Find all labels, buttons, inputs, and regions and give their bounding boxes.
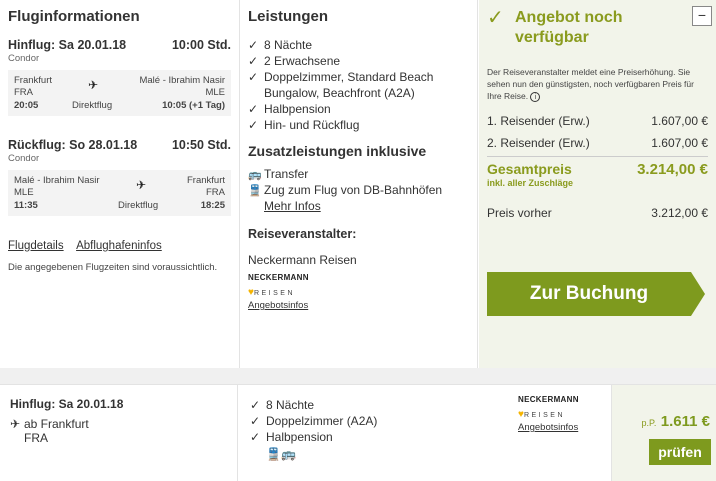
- outbound-to-code: MLE: [205, 87, 225, 98]
- train-icon: 🚆: [266, 447, 281, 461]
- return-to-code: FRA: [206, 187, 225, 198]
- services-list: ✓ 8 Nächte ✓ 2 Erwachsene ✓ Doppelzimmer, S…: [248, 37, 469, 133]
- return-type: Direktflug: [118, 200, 159, 211]
- train-icon: 🚆: [248, 184, 262, 197]
- total-price-row: Gesamtpreis 3.214,00 €: [487, 161, 708, 178]
- plane-icon: ✈: [10, 417, 21, 431]
- flight-info-title: Fluginformationen: [8, 8, 140, 25]
- return-arr-time: 18:25: [200, 200, 225, 211]
- check-icon: ✓: [250, 430, 261, 444]
- outbound-label: Hinflug: Sa 20.01.18: [8, 38, 127, 52]
- previous-price-row: Preis vorher 3.212,00 €: [487, 206, 708, 220]
- operator-title: Reiseveranstalter:: [248, 227, 357, 241]
- outbound-to-city: Malé - Ibrahim Nasir: [139, 75, 225, 86]
- collapse-button[interactable]: −: [692, 6, 712, 26]
- bus-icon: 🚌: [280, 447, 296, 461]
- flight-details-link[interactable]: Flugdetails: [8, 240, 64, 252]
- return-to-city: Frankfurt: [186, 175, 225, 186]
- compact-origin-code: FRA: [24, 431, 48, 445]
- check-icon: ✓: [487, 7, 504, 29]
- check-icon: ✓: [248, 38, 259, 52]
- compact-services: ✓ 8 Nächte ✓ Doppelzimmer (A2A) ✓ Halbpensi…: [238, 385, 612, 481]
- airport-info-link[interactable]: Abflughafeninfos: [76, 240, 162, 252]
- check-icon: ✓: [248, 70, 259, 84]
- availability-status: Angebot noch verfügbar: [515, 9, 623, 46]
- bus-icon: 🚌: [248, 168, 262, 181]
- price-row: 2. Reisender (Erw.) 1.607,00 €: [487, 136, 708, 150]
- book-button-arrow[interactable]: [691, 272, 705, 316]
- list-item: ✓ Halbpension: [248, 102, 331, 116]
- compact-price: p.P. 1.611 €: [641, 413, 710, 430]
- check-icon: ✓: [248, 118, 259, 132]
- card-separator: [0, 368, 716, 384]
- total-price: 3.214,00 €: [637, 161, 708, 178]
- compact-origin: ✈ ab Frankfurt: [10, 417, 89, 431]
- neckermann-logo: NECKERMANN ♥REISEN Angebotsinfos: [518, 395, 579, 433]
- outbound-from-code: FRA: [14, 87, 33, 98]
- offer-info-link[interactable]: Angebotsinfos: [518, 422, 579, 433]
- flight-info-column: Fluginformationen Hinflug: Sa 20.01.18 1…: [0, 0, 240, 368]
- return-from-city: Malé - Ibrahim Nasir: [14, 175, 100, 186]
- check-offer-button[interactable]: prüfen: [649, 439, 711, 465]
- more-info-link[interactable]: Mehr Infos: [264, 199, 469, 213]
- outbound-flight: Hinflug: Sa 20.01.18 10:00 Std. Condor F…: [8, 38, 231, 116]
- return-route: Malé - Ibrahim Nasir MLE 11:35 ✈ Direktf…: [8, 170, 231, 216]
- outbound-duration: 10:00 Std.: [171, 38, 231, 52]
- list-item: ✓ Hin- und Rückflug: [248, 118, 360, 132]
- outbound-from-city: Frankfurt: [14, 75, 53, 86]
- compact-extras: 🚆🚌: [266, 447, 599, 461]
- return-duration: 10:50 Std.: [171, 138, 231, 152]
- neckermann-logo: NECKERMANN ♥REISEN: [248, 273, 309, 298]
- check-icon: ✓: [248, 54, 259, 68]
- price-row: 1. Reisender (Erw.) 1.607,00 €: [487, 114, 708, 128]
- total-sub: inkl. aller Zuschläge: [487, 178, 574, 188]
- offer-card: Fluginformationen Hinflug: Sa 20.01.18 1…: [0, 0, 716, 368]
- extras-title: Zusatzleistungen inklusive: [248, 143, 427, 159]
- extra-transfer: 🚌 Transfer: [248, 167, 309, 181]
- check-icon: ✓: [250, 414, 261, 428]
- compact-flight-label: Hinflug: Sa 20.01.18: [10, 397, 124, 411]
- outbound-arr-time: 10:05 (+1 Tag): [162, 100, 225, 111]
- plane-icon: ✈: [88, 78, 99, 92]
- return-carrier: Condor: [8, 153, 40, 164]
- return-flight: Rückflug: So 28.01.18 10:50 Std. Condor …: [8, 138, 231, 216]
- plane-icon: ✈: [136, 178, 147, 192]
- offer-card-compact: Hinflug: Sa 20.01.18 ✈ ab Frankfurt FRA …: [0, 384, 716, 481]
- services-title: Leistungen: [248, 8, 329, 25]
- outbound-route: Frankfurt FRA 20:05 ✈ Direktflug Malé - …: [8, 70, 231, 116]
- services-column: Leistungen ✓ 8 Nächte ✓ 2 Erwachsene ✓ Dopp…: [240, 0, 478, 368]
- outbound-dep-time: 20:05: [14, 100, 39, 111]
- price-note: Der Reiseveranstalter meldet eine Preise…: [487, 67, 694, 102]
- list-item: ✓ Doppelzimmer, Standard Beach Bungalow, …: [248, 70, 434, 100]
- offer-info-link[interactable]: Angebotsinfos: [248, 300, 469, 311]
- list-item: ✓ 8 Nächte: [248, 38, 313, 52]
- list-item: ✓ 2 Erwachsene: [248, 54, 341, 68]
- return-dep-time: 11:35: [14, 200, 38, 211]
- price-panel: ✓ Angebot noch verfügbar − Der Reisevera…: [479, 0, 716, 368]
- compact-price-panel: p.P. 1.611 € prüfen: [612, 385, 716, 481]
- extra-train: 🚆 Zug zum Flug von DB-Bahnhöfen: [248, 183, 443, 197]
- return-label: Rückflug: So 28.01.18: [8, 138, 138, 152]
- book-button[interactable]: Zur Buchung: [487, 272, 691, 316]
- outbound-type: Direktflug: [72, 100, 113, 111]
- operator-name: Neckermann Reisen: [248, 253, 357, 267]
- compact-flight: Hinflug: Sa 20.01.18 ✈ ab Frankfurt FRA: [0, 385, 238, 481]
- check-icon: ✓: [250, 398, 261, 412]
- info-icon[interactable]: i: [530, 92, 541, 102]
- flight-times-note: Die angegebenen Flugzeiten sind voraussi…: [8, 262, 218, 273]
- outbound-carrier: Condor: [8, 53, 40, 64]
- return-from-code: MLE: [14, 187, 34, 198]
- check-icon: ✓: [248, 102, 259, 116]
